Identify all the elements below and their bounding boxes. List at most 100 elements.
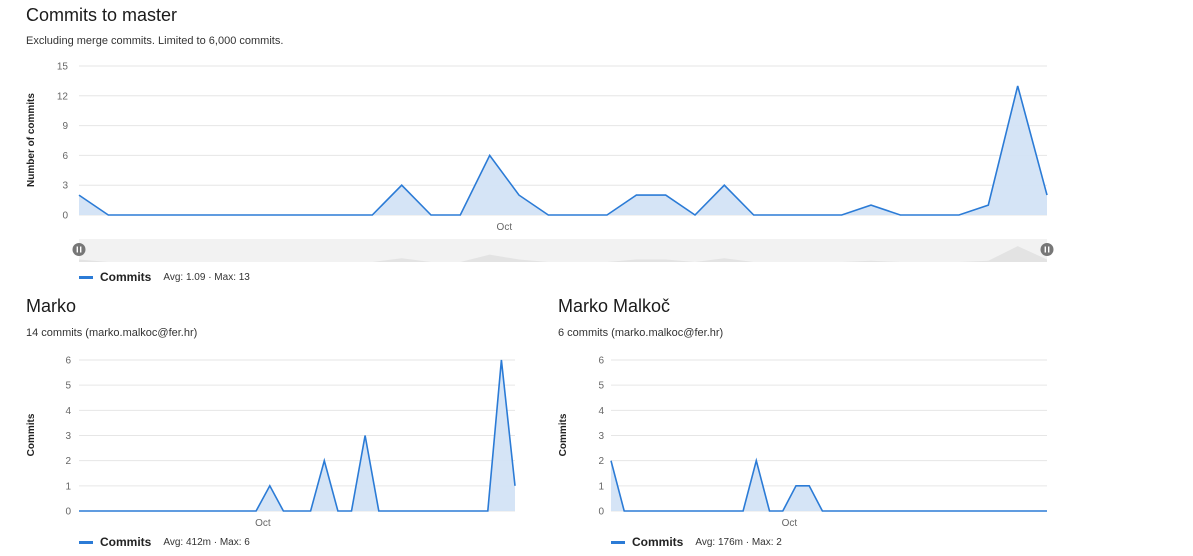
malkoc-y-tick-label: 2 — [598, 456, 604, 467]
malkoc-data-point — [676, 510, 678, 512]
main-data-point — [958, 214, 960, 216]
malkoc-data-point — [821, 510, 823, 512]
marko-legend[interactable]: Commits Avg: 412m · Max: 6 — [79, 535, 250, 549]
legend-stats: Avg: 176m · Max: 2 — [695, 536, 782, 548]
main-legend[interactable]: Commits Avg: 1.09 · Max: 13 — [79, 270, 250, 284]
malkoc-data-point — [861, 510, 863, 512]
malkoc-y-tick-label: 1 — [598, 481, 604, 492]
marko-data-point — [78, 510, 80, 512]
marko-data-point — [459, 510, 461, 512]
main-y-tick-label: 9 — [62, 121, 68, 132]
marko-data-point — [364, 434, 366, 436]
main-data-point — [518, 194, 520, 196]
marko-data-point — [173, 510, 175, 512]
main-data-point — [576, 214, 578, 216]
marko-data-point — [146, 510, 148, 512]
marko-data-point — [282, 510, 284, 512]
main-series-line — [78, 85, 1048, 217]
malkoc-data-point — [768, 510, 770, 512]
main-data-point — [811, 214, 813, 216]
malkoc-data-point — [702, 510, 704, 512]
malkoc-data-point — [967, 510, 969, 512]
main-data-point — [782, 214, 784, 216]
main-y-tick-label: 6 — [62, 151, 68, 162]
marko-data-point — [446, 510, 448, 512]
main-data-point — [664, 194, 666, 196]
author-title-malkoc: Marko Malkoč — [558, 296, 671, 316]
main-data-point — [870, 204, 872, 206]
malkoc-y-tick-label: 6 — [598, 356, 604, 367]
main-data-point — [606, 214, 608, 216]
main-x-tick-label: Oct — [497, 222, 513, 233]
malkoc-data-point — [980, 510, 982, 512]
range-handle-right[interactable] — [1040, 243, 1054, 256]
marko-data-point — [241, 510, 243, 512]
main-data-point — [400, 184, 402, 186]
malkoc-data-point — [663, 510, 665, 512]
marko-data-point — [214, 510, 216, 512]
marko-data-point — [323, 459, 325, 461]
marko-data-point — [200, 510, 202, 512]
marko-y-tick-label: 0 — [65, 507, 71, 518]
malkoc-data-point — [742, 510, 744, 512]
main-data-point — [254, 214, 256, 216]
marko-y-tick-label: 5 — [65, 381, 71, 392]
handle-circle — [72, 243, 86, 256]
main-data-point — [459, 214, 461, 216]
marko-data-point — [514, 485, 516, 487]
main-y-tick-label: 0 — [62, 211, 68, 222]
marko-data-point — [487, 510, 489, 512]
malkoc-y-tick-label: 4 — [598, 406, 604, 417]
malkoc-data-point — [848, 510, 850, 512]
marko-data-point — [296, 510, 298, 512]
malkoc-legend[interactable]: Commits Avg: 176m · Max: 2 — [611, 535, 782, 549]
legend-line-swatch — [611, 540, 625, 544]
marko-y-tick-label: 4 — [65, 406, 71, 417]
main-data-point — [107, 214, 109, 216]
main-y-tick-label: 15 — [57, 62, 69, 73]
marko-y-tick-label: 3 — [65, 431, 71, 442]
main-data-point — [195, 214, 197, 216]
main-data-point — [166, 214, 168, 216]
malkoc-data-point — [1006, 510, 1008, 512]
main-data-point — [547, 214, 549, 216]
legend-stats: Avg: 1.09 · Max: 13 — [163, 271, 250, 283]
marko-y-tick-label: 6 — [65, 356, 71, 367]
main-y-axis-label: Number of commits — [26, 93, 37, 187]
malkoc-y-axis-label: Commits — [558, 413, 569, 456]
legend-series-name: Commits — [100, 535, 152, 549]
marko-y-tick-label: 1 — [65, 481, 71, 492]
author-subtitle-malkoc: 6 commits (marko.malkoc@fer.hr) — [558, 327, 724, 339]
main-data-point — [224, 214, 226, 216]
legend-series-name: Commits — [100, 270, 152, 284]
malkoc-data-point — [900, 510, 902, 512]
main-data-point — [987, 204, 989, 206]
legend-stats: Avg: 412m · Max: 6 — [163, 536, 250, 548]
marko-data-point — [350, 510, 352, 512]
malkoc-data-point — [940, 510, 942, 512]
malkoc-data-point — [953, 510, 955, 512]
marko-data-point — [160, 510, 162, 512]
marko-data-point — [500, 359, 502, 361]
marko-data-point — [187, 510, 189, 512]
handle-circle — [1040, 243, 1054, 256]
main-data-point — [136, 214, 138, 216]
marko-data-point — [473, 510, 475, 512]
malkoc-data-point — [715, 510, 717, 512]
main-data-point — [342, 214, 344, 216]
malkoc-y-tick-label: 3 — [598, 431, 604, 442]
main-data-point — [1046, 194, 1048, 196]
main-data-point — [1016, 85, 1018, 87]
marko-data-point — [405, 510, 407, 512]
range-handle-left[interactable] — [72, 243, 86, 256]
marko-data-point — [91, 510, 93, 512]
author-subtitle-marko: 14 commits (marko.malkoc@fer.hr) — [26, 327, 198, 339]
malkoc-y-tick-label: 5 — [598, 381, 604, 392]
main-data-point — [371, 214, 373, 216]
main-data-point — [694, 214, 696, 216]
legend-line-swatch — [79, 275, 93, 279]
malkoc-data-point — [914, 510, 916, 512]
marko-data-point — [119, 510, 121, 512]
marko-data-point — [432, 510, 434, 512]
marko-data-point — [105, 510, 107, 512]
